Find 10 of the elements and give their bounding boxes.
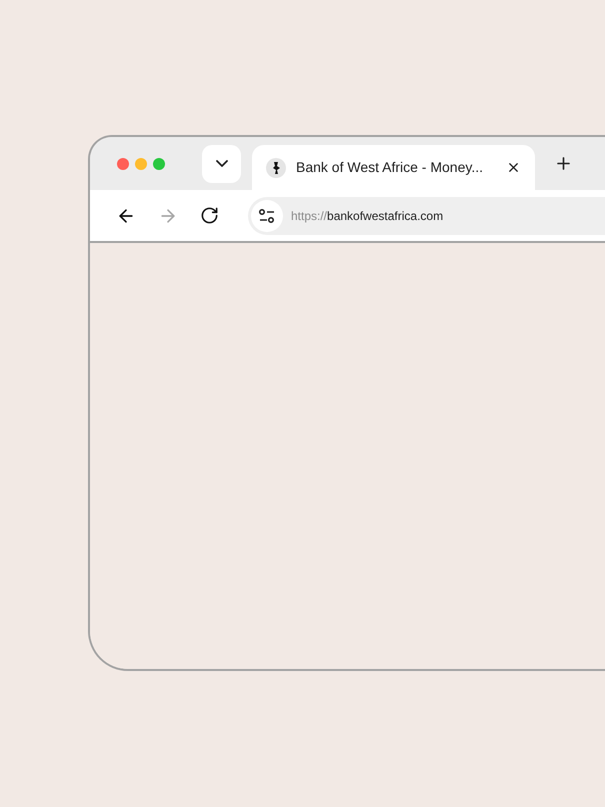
tab-title: Bank of West Africe - Money... [296, 158, 483, 177]
address-field[interactable]: https://bankofwestafrica.com [248, 196, 605, 234]
reload-icon[interactable] [200, 206, 219, 225]
close-tab-icon[interactable] [506, 160, 521, 175]
close-window-icon[interactable] [117, 158, 129, 170]
site-logo-icon [266, 158, 286, 178]
site-settings-icon[interactable] [251, 200, 283, 232]
chevron-down-icon [216, 160, 228, 167]
browser-tab[interactable]: Bank of West Africe - Money... [252, 145, 535, 190]
url-text: https://bankofwestafrica.com [291, 208, 444, 224]
